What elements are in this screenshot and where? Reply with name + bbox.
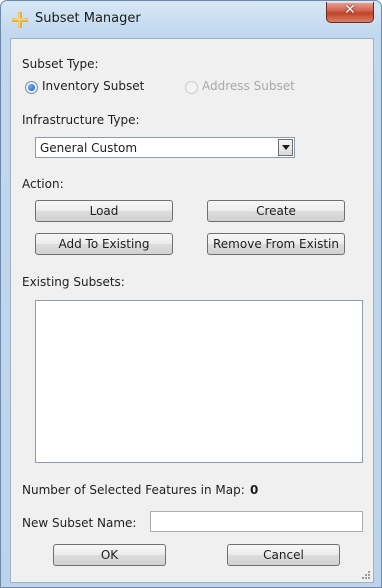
existing-subsets-list[interactable] xyxy=(35,300,363,463)
action-label: Action: xyxy=(22,177,64,191)
resize-grip-icon[interactable] xyxy=(361,570,371,580)
window-title: Subset Manager xyxy=(35,11,141,26)
address-subset-radio[interactable] xyxy=(185,81,198,94)
subset-type-label: Subset Type: xyxy=(22,57,99,71)
create-button[interactable]: Create xyxy=(207,200,345,222)
selected-features-count: 0 xyxy=(250,483,259,497)
close-icon: ✕ xyxy=(344,2,356,18)
load-button[interactable]: Load xyxy=(35,200,173,222)
title-bar[interactable]: Subset Manager ✕ xyxy=(1,1,381,37)
infrastructure-type-label: Infrastructure Type: xyxy=(22,113,140,127)
subset-manager-window: Subset Manager ✕ Subset Type: Inventory … xyxy=(0,0,382,588)
dropdown-button[interactable] xyxy=(278,139,293,156)
app-plus-icon xyxy=(11,11,29,29)
close-button[interactable]: ✕ xyxy=(326,2,374,23)
ok-button[interactable]: OK xyxy=(53,544,166,566)
chevron-down-icon xyxy=(282,145,290,150)
inventory-subset-radio[interactable] xyxy=(25,81,38,94)
new-subset-name-label: New Subset Name: xyxy=(22,516,137,530)
infrastructure-type-dropdown[interactable]: General Custom xyxy=(35,137,295,158)
add-to-existing-button[interactable]: Add To Existing xyxy=(35,233,173,255)
cancel-button[interactable]: Cancel xyxy=(227,544,340,566)
remove-from-existing-button[interactable]: Remove From Existin xyxy=(207,233,345,255)
inventory-subset-label[interactable]: Inventory Subset xyxy=(42,79,144,93)
selected-features-label: Number of Selected Features in Map: xyxy=(22,483,245,497)
address-subset-label[interactable]: Address Subset xyxy=(202,79,295,93)
infrastructure-type-value: General Custom xyxy=(40,141,138,155)
new-subset-name-input[interactable] xyxy=(150,511,363,532)
dialog-body: Subset Type: Inventory Subset Address Su… xyxy=(10,38,374,583)
existing-subsets-label: Existing Subsets: xyxy=(22,275,125,289)
